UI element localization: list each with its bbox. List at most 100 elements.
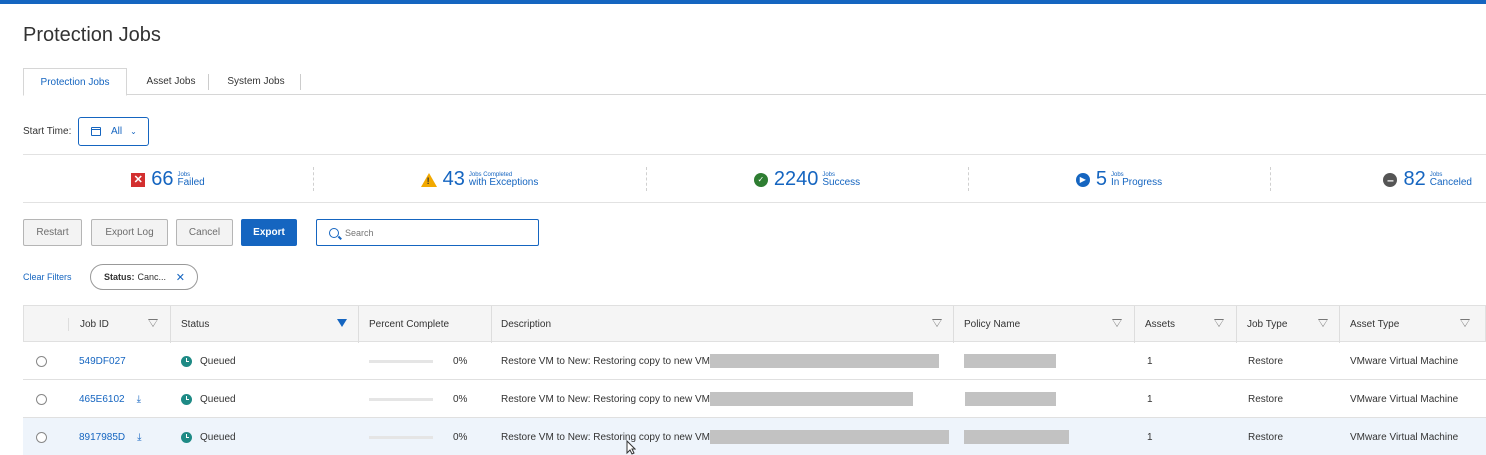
summary-count: 43 [442, 168, 465, 190]
search-box[interactable] [316, 219, 539, 246]
page-title: Protection Jobs [23, 24, 161, 46]
assets-count: 1 [1147, 355, 1153, 367]
tab-protection-jobs[interactable]: Protection Jobs [23, 68, 127, 96]
column-header-policy-name[interactable]: Policy Name [964, 306, 1020, 343]
asset-type-text: VMware Virtual Machine [1350, 355, 1459, 367]
export-button[interactable]: Export [241, 219, 297, 246]
description-text: Restore VM to New: Restoring copy to new… [501, 355, 710, 367]
progress-bar [369, 397, 433, 401]
column-header-description[interactable]: Description [501, 306, 551, 343]
mouse-cursor-icon [626, 440, 636, 455]
download-icon[interactable]: ⤓ [137, 394, 141, 405]
redacted-text [709, 430, 949, 444]
column-divider [170, 306, 171, 343]
column-divider [358, 306, 359, 343]
queued-clock-icon [181, 431, 192, 443]
job-id-link[interactable]: 549DF027 [79, 356, 126, 367]
redacted-text [709, 354, 939, 368]
table-row[interactable]: 549DF027 Queued 0% Restore VM to New: Re… [23, 342, 1486, 380]
job-id-link[interactable]: 465E6102 [79, 394, 125, 405]
tab-divider [208, 74, 209, 90]
close-icon[interactable]: ✕ [176, 271, 185, 284]
filter-icon[interactable] [1318, 319, 1328, 327]
progress-bar [369, 435, 433, 439]
filter-active-icon[interactable] [337, 319, 347, 327]
queued-clock-icon [181, 393, 192, 405]
column-header-status[interactable]: Status [181, 306, 209, 343]
percent-text: 0% [453, 431, 468, 443]
column-header-percent-complete[interactable]: Percent Complete [369, 306, 449, 343]
summary-count: 5 [1095, 168, 1107, 190]
percent-text: 0% [453, 355, 468, 367]
filter-icon[interactable] [1112, 319, 1122, 327]
column-divider [1236, 306, 1237, 343]
clear-filters-link[interactable]: Clear Filters [23, 272, 72, 282]
search-icon [329, 227, 339, 238]
status-text: Queued [200, 393, 236, 405]
redacted-policy-name [964, 430, 1069, 444]
job-summary-bar: ✕ 66 Jobs Failed ! 43 Jobs Completed with … [23, 154, 1486, 203]
search-input[interactable] [345, 227, 525, 238]
column-header-assets[interactable]: Assets [1145, 306, 1175, 343]
summary-label: Canceled [1429, 176, 1472, 188]
warning-icon: ! [420, 172, 437, 187]
tab-divider [300, 74, 301, 90]
summary-failed[interactable]: ✕ 66 Jobs Failed [23, 155, 313, 204]
row-select-radio[interactable] [36, 356, 47, 367]
table-row[interactable]: 8917985D ⤓ Queued 0% Restore VM to New: R… [23, 418, 1486, 455]
summary-count: 82 [1403, 168, 1426, 190]
column-divider [1339, 306, 1340, 343]
summary-in-progress[interactable]: ▶ 5 Jobs In Progress [968, 155, 1270, 204]
redacted-policy-name [964, 354, 1056, 368]
job-id-link[interactable]: 8917985D [79, 432, 125, 443]
column-header-asset-type[interactable]: Asset Type [1350, 306, 1399, 343]
description-text: Restore VM to New: Restoring copy to new… [501, 393, 710, 405]
export-log-button[interactable]: Export Log [91, 219, 168, 246]
percent-text: 0% [453, 393, 468, 405]
summary-exceptions[interactable]: ! 43 Jobs Completed with Exceptions [313, 155, 646, 204]
job-type-text: Restore [1248, 393, 1284, 405]
download-icon[interactable]: ⤓ [137, 432, 141, 443]
column-divider [68, 318, 69, 331]
assets-count: 1 [1147, 393, 1153, 405]
column-divider [491, 306, 492, 343]
column-header-job-type[interactable]: Job Type [1247, 306, 1287, 343]
job-type-text: Restore [1248, 431, 1284, 443]
asset-type-text: VMware Virtual Machine [1350, 431, 1459, 443]
summary-label: with Exceptions [468, 176, 539, 188]
status-text: Queued [200, 355, 236, 367]
filter-icon[interactable] [148, 319, 158, 327]
row-select-radio[interactable] [36, 394, 47, 405]
summary-count: 66 [151, 168, 174, 190]
success-icon: ✓ [753, 172, 768, 187]
table-row[interactable]: 465E6102 ⤓ Queued 0% Restore VM to New: R… [23, 380, 1486, 418]
chip-key: Status: [104, 272, 135, 282]
start-time-label: Start Time: [23, 126, 72, 137]
cancel-button[interactable]: Cancel [176, 219, 233, 246]
progress-bar [369, 359, 433, 363]
restart-button[interactable]: Restart [23, 219, 82, 246]
summary-count: 2240 [773, 168, 819, 190]
summary-label: In Progress [1110, 176, 1163, 188]
job-tabs: Protection Jobs Asset Jobs System Jobs [23, 68, 1486, 96]
summary-canceled[interactable]: – 82 Jobs Canceled [1270, 155, 1486, 204]
start-time-value: All [111, 126, 123, 137]
filter-icon[interactable] [1460, 319, 1470, 327]
table-header: Job ID Status Percent Complete Descripti… [23, 305, 1486, 343]
tab-system-jobs[interactable]: System Jobs [213, 68, 299, 95]
row-select-radio[interactable] [36, 432, 47, 443]
canceled-icon: – [1383, 172, 1398, 187]
filter-icon[interactable] [1214, 319, 1224, 327]
column-divider [1134, 306, 1135, 343]
assets-count: 1 [1147, 431, 1153, 443]
column-divider [953, 306, 954, 343]
column-header-job-id[interactable]: Job ID [80, 306, 109, 343]
summary-success[interactable]: ✓ 2240 Jobs Success [646, 155, 968, 204]
tab-asset-jobs[interactable]: Asset Jobs [133, 68, 209, 95]
filter-icon[interactable] [932, 319, 942, 327]
redacted-text [709, 392, 913, 406]
chevron-down-icon: ⌄ [130, 127, 137, 136]
start-time-dropdown[interactable]: All ⌄ [78, 117, 149, 146]
status-filter-chip: Status: Canc... ✕ [90, 264, 198, 290]
asset-type-text: VMware Virtual Machine [1350, 393, 1459, 405]
